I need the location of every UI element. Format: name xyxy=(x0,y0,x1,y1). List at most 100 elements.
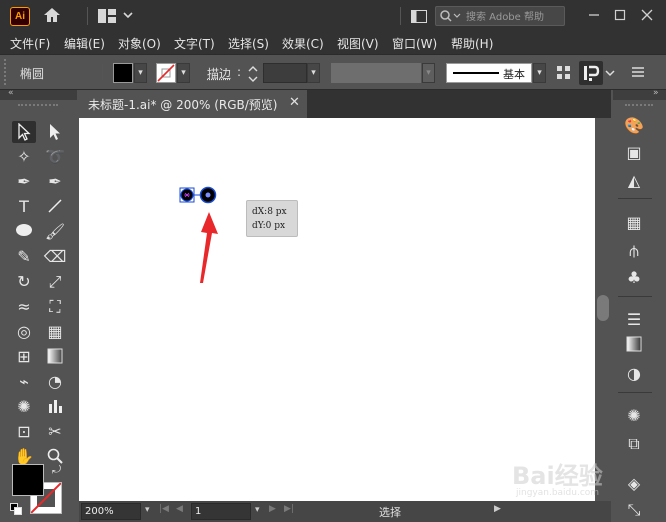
collapse-icon[interactable]: « xyxy=(8,88,14,98)
shaper-tool[interactable]: ✎ xyxy=(12,246,36,268)
swatches-icon[interactable]: ▣ xyxy=(620,141,648,165)
menu-effect[interactable]: 效果(C) xyxy=(282,35,324,52)
selected-ellipse[interactable] xyxy=(179,187,195,203)
gradient-panel-icon[interactable] xyxy=(620,335,648,359)
fill-color-proxy-front[interactable] xyxy=(12,464,44,496)
rotate-tool[interactable]: ↻ xyxy=(12,271,36,293)
symbols-icon[interactable]: ♣ xyxy=(620,266,648,290)
swap-colors-icon[interactable]: ⤾ xyxy=(52,463,61,477)
zoom-level-field[interactable]: 200% xyxy=(81,503,141,520)
layout-icon[interactable] xyxy=(98,9,116,26)
previous-artboard-icon[interactable]: ◀ xyxy=(176,504,183,514)
expand-panels-icon[interactable]: » xyxy=(653,88,659,98)
stroke-label[interactable]: 描边 xyxy=(207,65,231,82)
close-tab-icon[interactable]: ✕ xyxy=(289,95,300,110)
artboards-panel-icon[interactable]: ⤡ xyxy=(620,498,648,522)
transform-icon[interactable] xyxy=(579,61,603,85)
pen-tool[interactable]: ✒ xyxy=(12,171,36,193)
free-transform-tool[interactable]: ⛶ xyxy=(43,296,67,318)
lasso-tool[interactable]: ➰ xyxy=(43,146,67,168)
line-segment-tool[interactable] xyxy=(43,196,67,218)
menu-file[interactable]: 文件(F) xyxy=(10,35,50,52)
dock-grip[interactable] xyxy=(625,104,653,108)
color-palette-icon[interactable]: 🎨 xyxy=(620,114,648,138)
magic-wand-tool[interactable]: ✧ xyxy=(12,146,36,168)
mesh-tool[interactable]: ⊞ xyxy=(12,346,36,368)
direct-selection-tool[interactable] xyxy=(43,121,67,143)
search-input[interactable]: 搜索 Adobe 帮助 xyxy=(435,6,565,26)
vertical-scrollbar[interactable] xyxy=(595,118,611,501)
menu-bar: 文件(F) 编辑(E) 对象(O) 文字(T) 选择(S) 效果(C) 视图(V… xyxy=(0,32,666,54)
menu-edit[interactable]: 编辑(E) xyxy=(64,35,105,52)
document-tab[interactable]: 未标题-1.ai* @ 200% (RGB/预览) ✕ xyxy=(79,90,307,118)
profile-dropdown[interactable]: ▾ xyxy=(422,63,435,83)
maximize-icon[interactable] xyxy=(614,9,626,24)
gradient-tool[interactable] xyxy=(43,346,67,368)
appearance-icon[interactable]: ✺ xyxy=(620,404,648,428)
slice-tool[interactable]: ✂ xyxy=(43,421,67,443)
fill-swatch[interactable] xyxy=(113,63,133,83)
default-colors-icon[interactable] xyxy=(10,503,22,518)
next-artboard-icon[interactable]: ▶ xyxy=(269,504,276,514)
status-mode-text[interactable]: 选择 xyxy=(379,504,401,520)
minimize-icon[interactable] xyxy=(588,9,600,24)
first-artboard-icon[interactable]: |◀ xyxy=(159,504,169,514)
vertical-scroll-thumb[interactable] xyxy=(597,295,609,321)
control-chevron-icon[interactable] xyxy=(605,67,615,81)
brushes-icon[interactable]: ⫛ xyxy=(620,239,648,263)
libraries-icon[interactable]: ▦ xyxy=(620,211,648,235)
type-tool[interactable]: T xyxy=(12,196,36,218)
perspective-grid-tool[interactable]: ▦ xyxy=(43,321,67,343)
dragged-ellipse[interactable] xyxy=(199,186,217,204)
artboard-tool[interactable]: ⊡ xyxy=(12,421,36,443)
artboard-number-field[interactable]: 1 xyxy=(191,503,251,520)
menu-object[interactable]: 对象(O) xyxy=(118,35,161,52)
align-grid-icon[interactable] xyxy=(557,66,571,83)
layers-icon[interactable]: ◈ xyxy=(620,472,648,496)
chevron-down-icon[interactable] xyxy=(123,9,133,23)
stroke-panel-icon[interactable]: ☰ xyxy=(620,308,648,332)
zoom-dropdown-icon[interactable]: ▾ xyxy=(145,505,150,515)
panel-dock-header[interactable]: » xyxy=(613,88,666,100)
brush-definition[interactable]: 基本 xyxy=(446,63,532,83)
scale-tool[interactable]: ⤢ xyxy=(43,271,67,293)
tools-grip[interactable] xyxy=(18,104,58,108)
fill-dropdown[interactable]: ▾ xyxy=(134,63,147,83)
control-bar-grip[interactable] xyxy=(4,59,8,85)
color-guide-icon[interactable]: ◭ xyxy=(620,169,648,193)
stroke-weight-stepper[interactable] xyxy=(247,64,261,84)
symbol-sprayer-tool[interactable]: ✺ xyxy=(12,396,36,418)
variable-width-profile[interactable] xyxy=(331,63,421,83)
artboard-dropdown-icon[interactable]: ▾ xyxy=(255,505,260,515)
stroke-dropdown[interactable]: ▾ xyxy=(177,63,190,83)
tools-panel-header[interactable]: « xyxy=(0,88,77,100)
panel-menu-icon[interactable] xyxy=(631,65,645,82)
width-tool[interactable]: ≈ xyxy=(12,296,36,318)
last-artboard-icon[interactable]: ▶| xyxy=(284,504,294,514)
brush-dropdown[interactable]: ▾ xyxy=(533,63,546,83)
graphic-styles-icon[interactable]: ⧉ xyxy=(620,432,648,456)
menu-window[interactable]: 窗口(W) xyxy=(392,35,437,52)
menu-view[interactable]: 视图(V) xyxy=(337,35,379,52)
menu-select[interactable]: 选择(S) xyxy=(228,35,269,52)
eyedropper-tool[interactable]: ⌁ xyxy=(12,371,36,393)
shape-builder-tool[interactable]: ◎ xyxy=(12,321,36,343)
blend-tool[interactable]: ◔ xyxy=(43,371,67,393)
selection-tool[interactable] xyxy=(12,121,36,143)
transparency-icon[interactable]: ◑ xyxy=(620,362,648,386)
stroke-weight-dropdown[interactable]: ▾ xyxy=(307,63,320,83)
stroke-swatch[interactable] xyxy=(156,63,176,83)
menu-type[interactable]: 文字(T) xyxy=(174,35,215,52)
eraser-tool[interactable]: ⌫ xyxy=(43,246,67,268)
menu-help[interactable]: 帮助(H) xyxy=(451,35,493,52)
artboard-canvas[interactable]: dX:8 px dY:0 px xyxy=(79,118,595,501)
curvature-tool[interactable]: ✒ xyxy=(43,171,67,193)
home-icon[interactable] xyxy=(42,6,62,29)
ellipse-tool[interactable] xyxy=(12,221,36,243)
status-menu-icon[interactable]: ▶ xyxy=(494,504,501,514)
close-icon[interactable] xyxy=(641,9,653,24)
paintbrush-tool[interactable]: 🖌 xyxy=(43,221,67,243)
arrange-documents-icon[interactable] xyxy=(411,10,427,26)
column-graph-tool[interactable] xyxy=(43,396,67,418)
stroke-weight-input[interactable] xyxy=(263,63,307,83)
